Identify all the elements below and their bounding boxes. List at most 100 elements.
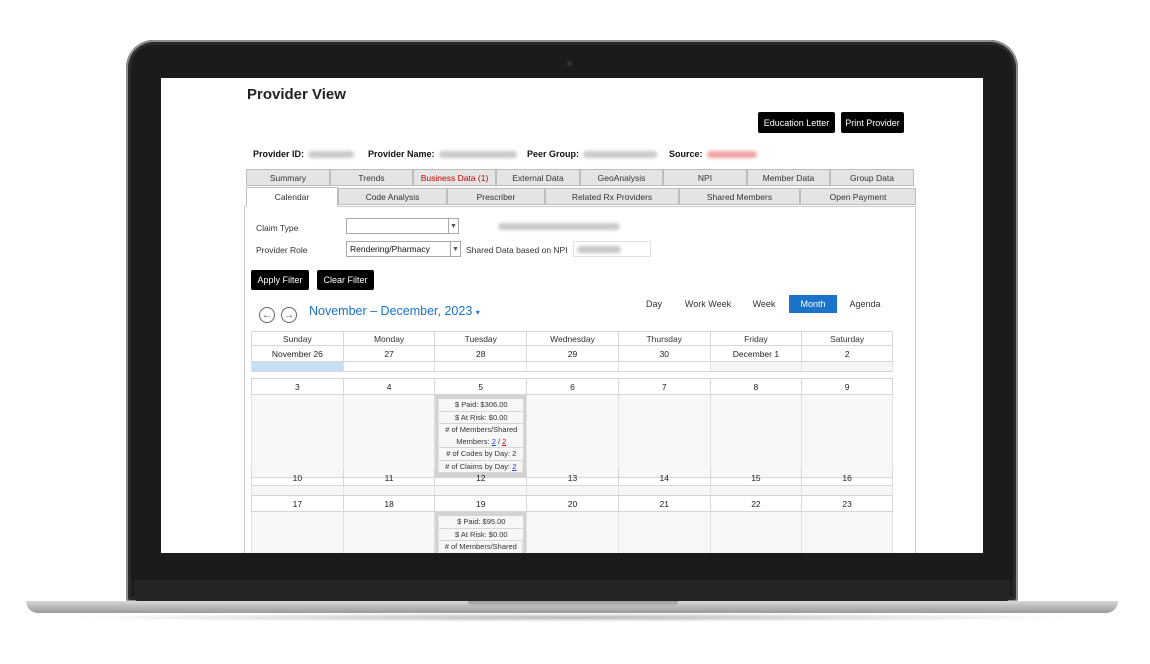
tab-code-analysis[interactable]: Code Analysis [338,188,447,205]
date-cell[interactable]: 14 [617,470,710,486]
day-slot[interactable] [526,362,618,372]
date-cell[interactable]: 13 [526,470,618,486]
day-slot[interactable] [709,395,802,478]
tab-npi[interactable]: NPI [663,169,747,186]
tab-business-data[interactable]: Business Data (1) [413,169,496,186]
date-cell[interactable]: 11 [342,470,435,486]
day-slot[interactable] [709,512,802,553]
shared-data-label: Shared Data based on NPI [466,245,568,255]
day-slot[interactable] [342,486,435,496]
day-slot[interactable] [617,486,710,496]
day-slot[interactable] [251,395,343,478]
view-agenda[interactable]: Agenda [845,295,885,313]
provider-role-select[interactable]: Rendering/Pharmacy ▼ [346,241,461,257]
date-cell[interactable]: 27 [342,346,435,362]
date-cell[interactable]: 10 [251,470,343,486]
day-slot[interactable] [342,512,435,553]
day-slot[interactable] [342,395,435,478]
education-letter-button[interactable]: Education Letter [758,112,835,133]
view-work-week[interactable]: Work Week [681,295,735,313]
date-cell[interactable]: November 26 [251,346,343,362]
day-slot[interactable] [617,512,710,553]
arrow-right-icon[interactable]: → [281,307,297,323]
print-provider-button[interactable]: Print Provider [841,112,904,133]
day-slot[interactable] [801,362,893,372]
date-cell[interactable]: 19 [434,496,527,512]
date-cell[interactable]: 4 [342,379,435,395]
day-summary-event[interactable]: $ Paid: $306.00 $ At Risk: $0.00 # of Me… [434,395,527,478]
week-dates: 3 4 5 6 7 8 9 [251,378,893,395]
date-cell[interactable]: 5 [434,379,527,395]
chevron-down-icon: ▼ [450,242,460,256]
view-week[interactable]: Week [747,295,781,313]
day-slot[interactable] [342,362,435,372]
date-cell[interactable]: 18 [342,496,435,512]
date-cell[interactable]: 7 [617,379,710,395]
laptop-shadow [60,613,1084,622]
date-cell[interactable]: 15 [709,470,802,486]
source: Source: [669,149,757,159]
provider-id: Provider ID: [253,149,355,159]
redacted-value [438,151,517,159]
redacted-value [706,151,757,159]
day-slot[interactable] [526,486,618,496]
day-slot[interactable] [251,486,343,496]
date-cell[interactable]: 21 [617,496,710,512]
day-summary-event[interactable]: $ Paid: $95.00 $ At Risk: $0.00 # of Mem… [434,512,527,553]
date-cell[interactable]: 12 [434,470,527,486]
day-slot[interactable] [434,486,527,496]
tab-prescriber[interactable]: Prescriber [447,188,545,205]
date-cell[interactable]: 29 [526,346,618,362]
chevron-down-icon: ▼ [448,219,458,233]
tab-open-payment[interactable]: Open Payment [800,188,916,205]
date-cell[interactable]: 23 [801,496,893,512]
date-cell[interactable]: 22 [709,496,802,512]
day-slot[interactable] [617,395,710,478]
tab-external-data[interactable]: External Data [496,169,580,186]
npi-select[interactable] [573,241,651,257]
day-slot[interactable] [709,362,802,372]
arrow-left-icon[interactable]: ← [259,307,275,323]
tab-summary[interactable]: Summary [246,169,330,186]
date-cell[interactable]: 9 [801,379,893,395]
provider-name: Provider Name: [368,149,517,159]
day-slot[interactable] [709,486,802,496]
weekday-label: Sunday [251,331,343,346]
date-cell[interactable]: December 1 [709,346,802,362]
tab-group-data[interactable]: Group Data [830,169,914,186]
date-cell[interactable]: 20 [526,496,618,512]
day-slot[interactable] [251,512,343,553]
day-slot[interactable] [434,362,527,372]
tab-trends[interactable]: Trends [330,169,413,186]
tab-geoanalysis[interactable]: GeoAnalysis [580,169,663,186]
shared-members-link[interactable]: 2 [502,437,506,446]
clear-filter-button[interactable]: Clear Filter [317,270,374,290]
day-slot-selected[interactable] [251,362,343,372]
calendar-range[interactable]: November – December, 2023 ▾ [309,304,480,318]
view-month[interactable]: Month [789,295,837,313]
tab-member-data[interactable]: Member Data [747,169,830,186]
date-cell[interactable]: 6 [526,379,618,395]
tab-calendar[interactable]: Calendar [246,187,338,207]
day-slot[interactable] [801,395,893,478]
day-slot[interactable] [801,486,893,496]
view-day[interactable]: Day [639,295,669,313]
apply-filter-button[interactable]: Apply Filter [251,270,309,290]
date-cell[interactable]: 28 [434,346,527,362]
day-slot[interactable] [526,512,618,553]
date-cell[interactable]: 8 [709,379,802,395]
week-body: $ Paid: $306.00 $ At Risk: $0.00 # of Me… [251,395,893,478]
date-cell[interactable]: 3 [251,379,343,395]
claim-type-select[interactable]: ▼ [346,218,459,234]
tab-related-rx-providers[interactable]: Related Rx Providers [545,188,679,205]
tab-shared-members[interactable]: Shared Members [679,188,800,205]
date-cell[interactable]: 16 [801,470,893,486]
day-slot[interactable] [526,395,618,478]
date-cell[interactable]: 17 [251,496,343,512]
claim-type-label: Claim Type [256,223,299,233]
day-slot[interactable] [617,362,710,372]
day-slot[interactable] [801,512,893,553]
date-cell[interactable]: 30 [617,346,710,362]
date-cell[interactable]: 2 [801,346,893,362]
members-link[interactable]: 2 [492,437,496,446]
